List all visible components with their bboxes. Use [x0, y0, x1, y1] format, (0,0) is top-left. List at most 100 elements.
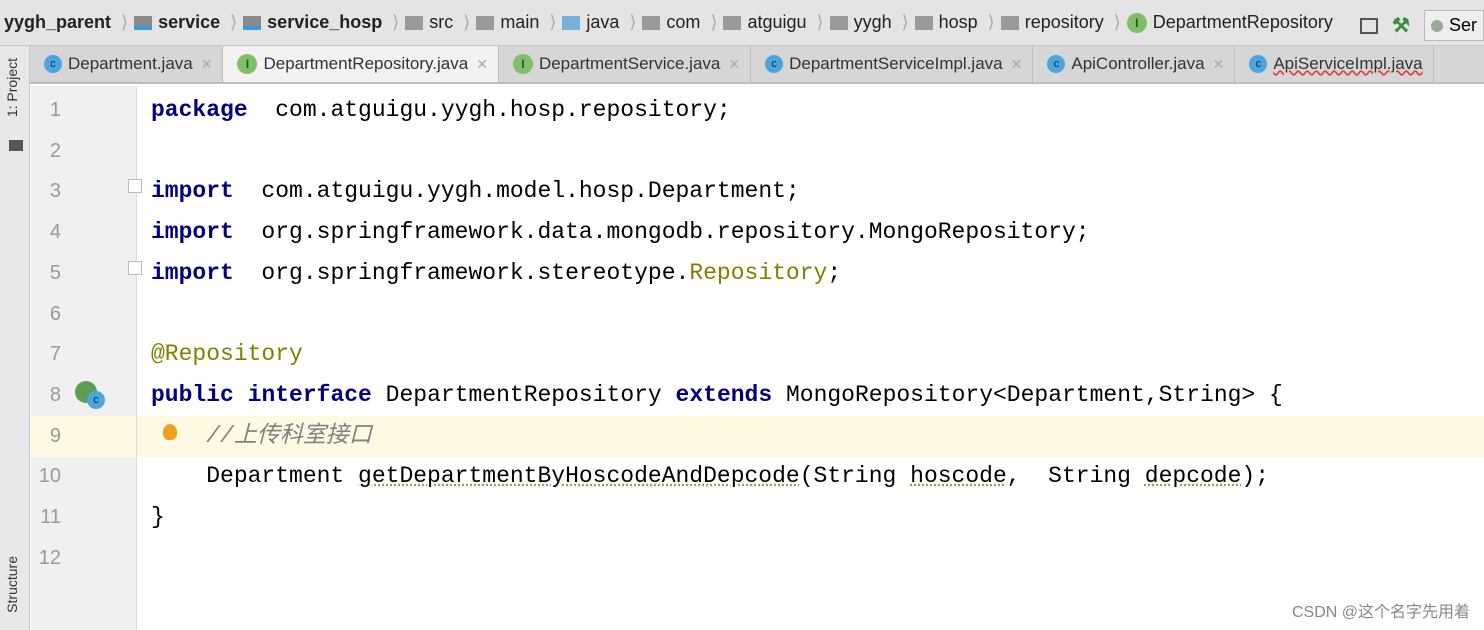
breadcrumb-label: service_hosp	[267, 12, 383, 32]
breadcrumb-label: src	[429, 12, 454, 32]
breadcrumb-item[interactable]: hosp	[914, 12, 978, 33]
tab-label: ApiServiceImpl.java	[1273, 54, 1423, 73]
breadcrumb-item[interactable]: java	[562, 12, 619, 33]
toolbar: ⚒ Ser	[1360, 10, 1484, 41]
run-window-icon[interactable]	[1360, 17, 1379, 34]
folder-icon	[476, 15, 495, 30]
tab-departmentserviceimpl[interactable]: c DepartmentServiceImpl.java ✕	[751, 46, 1034, 82]
interface-icon: I	[1126, 12, 1147, 33]
breadcrumb-separator-icon: ⟩	[463, 12, 471, 32]
line-number: 6	[49, 302, 61, 325]
code-line[interactable]: public interface DepartmentRepository ex…	[137, 375, 1484, 416]
code-line[interactable]	[137, 294, 1484, 335]
line-number: 2	[49, 139, 61, 162]
line-number: 7	[49, 343, 61, 366]
close-tab-icon[interactable]: ✕	[476, 56, 488, 73]
module-folder-icon	[134, 15, 153, 30]
code-line[interactable]	[137, 131, 1484, 172]
tab-departmentrepository[interactable]: I DepartmentRepository.java ✕	[223, 46, 499, 82]
class-icon: c	[1249, 55, 1268, 73]
left-tool-strip: 1: Project Structure	[0, 46, 30, 630]
gutter-row: 1	[31, 90, 136, 131]
breadcrumb-separator-icon: ⟩	[901, 12, 909, 32]
breadcrumb-label: java	[586, 12, 620, 32]
close-tab-icon[interactable]: ✕	[728, 56, 740, 73]
project-panel-button[interactable]: 1: Project	[4, 58, 20, 117]
tab-departmentservice[interactable]: I DepartmentService.java ✕	[499, 46, 752, 82]
breadcrumb-item[interactable]: yygh	[829, 12, 892, 33]
folder-icon	[9, 140, 23, 151]
editor-tabs: c Department.java ✕ I DepartmentRepository.j…	[30, 46, 1484, 84]
line-number: 12	[38, 546, 61, 569]
run-config-icon	[1430, 19, 1443, 32]
code-token: hoscode	[910, 463, 1007, 490]
gutter-row: 4	[31, 212, 136, 253]
breadcrumb-item[interactable]: yygh_parent	[4, 12, 111, 33]
code-line[interactable]: import org.springframework.stereotype.Re…	[137, 253, 1484, 294]
code-token: import	[151, 219, 234, 246]
breadcrumb-item[interactable]: com	[642, 12, 700, 33]
code-line[interactable]: package com.atguigu.yygh.hosp.repository…	[137, 90, 1484, 131]
build-hammer-icon[interactable]: ⚒	[1392, 13, 1410, 38]
code-token: package	[151, 97, 248, 123]
gutter-row: 9	[31, 415, 136, 457]
code-token: org.springframework.data.mongodb.reposit…	[233, 219, 1090, 246]
gutter-row: 11	[31, 497, 136, 538]
line-number: 3	[49, 180, 61, 203]
close-tab-icon[interactable]: ✕	[1213, 56, 1225, 73]
code-editor[interactable]: package com.atguigu.yygh.hosp.repository…	[137, 86, 1484, 630]
tab-apicontroller[interactable]: c ApiController.java ✕	[1033, 46, 1236, 82]
breadcrumb-item[interactable]: service	[134, 12, 220, 33]
code-token: depcode	[1144, 463, 1242, 490]
tab-apiserviceimpl[interactable]: c ApiServiceImpl.java	[1235, 46, 1434, 82]
gutter-row: 12	[31, 538, 136, 579]
code-token: com.atguigu.yygh.hosp.repository;	[247, 97, 731, 123]
code-line[interactable]: @Repository	[137, 334, 1484, 375]
tab-label: Department.java	[68, 54, 193, 73]
interface-icon: I	[237, 54, 258, 74]
tab-label: DepartmentRepository.java	[263, 54, 469, 73]
intention-bulb-icon[interactable]	[163, 423, 177, 440]
code-line[interactable]: import org.springframework.data.mongodb.…	[137, 212, 1484, 253]
code-token: MongoRepository<Department,String> {	[772, 381, 1283, 408]
code-token: ;	[827, 259, 842, 286]
breadcrumb-item[interactable]: atguigu	[723, 12, 807, 33]
code-line[interactable]: //上传科室接口	[137, 415, 1484, 457]
source-folder-icon	[562, 15, 581, 30]
code-token: extends	[675, 381, 773, 408]
structure-panel-button[interactable]: Structure	[4, 556, 20, 613]
code-token: Repository	[689, 259, 828, 286]
breadcrumb-item[interactable]: repository	[1000, 12, 1104, 33]
line-number: 10	[38, 465, 61, 488]
close-tab-icon[interactable]: ✕	[201, 56, 213, 73]
breadcrumb-item[interactable]: service_hosp	[243, 12, 382, 33]
gutter-row: 5	[31, 253, 142, 294]
interface-icon: I	[512, 54, 533, 74]
package-icon	[1000, 15, 1019, 30]
line-number: 11	[40, 506, 61, 528]
code-token: interface	[247, 381, 372, 408]
code-line[interactable]	[137, 538, 1484, 579]
close-tab-icon[interactable]: ✕	[1011, 56, 1023, 73]
code-line[interactable]: Department getDepartmentByHoscodeAndDepc…	[137, 456, 1484, 497]
run-config-select[interactable]: Ser	[1423, 10, 1484, 41]
code-line[interactable]: }	[137, 497, 1484, 538]
breadcrumb-separator-icon: ⟩	[629, 12, 637, 32]
breadcrumb-label: yygh	[853, 12, 892, 32]
code-token: @Repository	[151, 341, 303, 368]
breadcrumb-item[interactable]: main	[476, 12, 539, 33]
gutter-row: 10	[31, 456, 136, 497]
breadcrumb-item[interactable]: I DepartmentRepository	[1126, 12, 1333, 33]
gutter-row: 6	[31, 294, 136, 335]
breadcrumb-label: service	[158, 12, 221, 32]
gutter-row: 2	[31, 131, 136, 172]
module-folder-icon	[243, 15, 262, 30]
code-line[interactable]: import com.atguigu.yygh.model.hosp.Depar…	[137, 171, 1484, 212]
line-number: 9	[49, 424, 61, 447]
breadcrumb-separator-icon: ⟩	[121, 12, 129, 32]
breadcrumb-item[interactable]: src	[405, 12, 453, 33]
watermark: CSDN @这个名字先用着	[1291, 604, 1470, 621]
tab-department[interactable]: c Department.java ✕	[30, 46, 224, 82]
breadcrumb-separator-icon: ⟩	[392, 12, 400, 32]
